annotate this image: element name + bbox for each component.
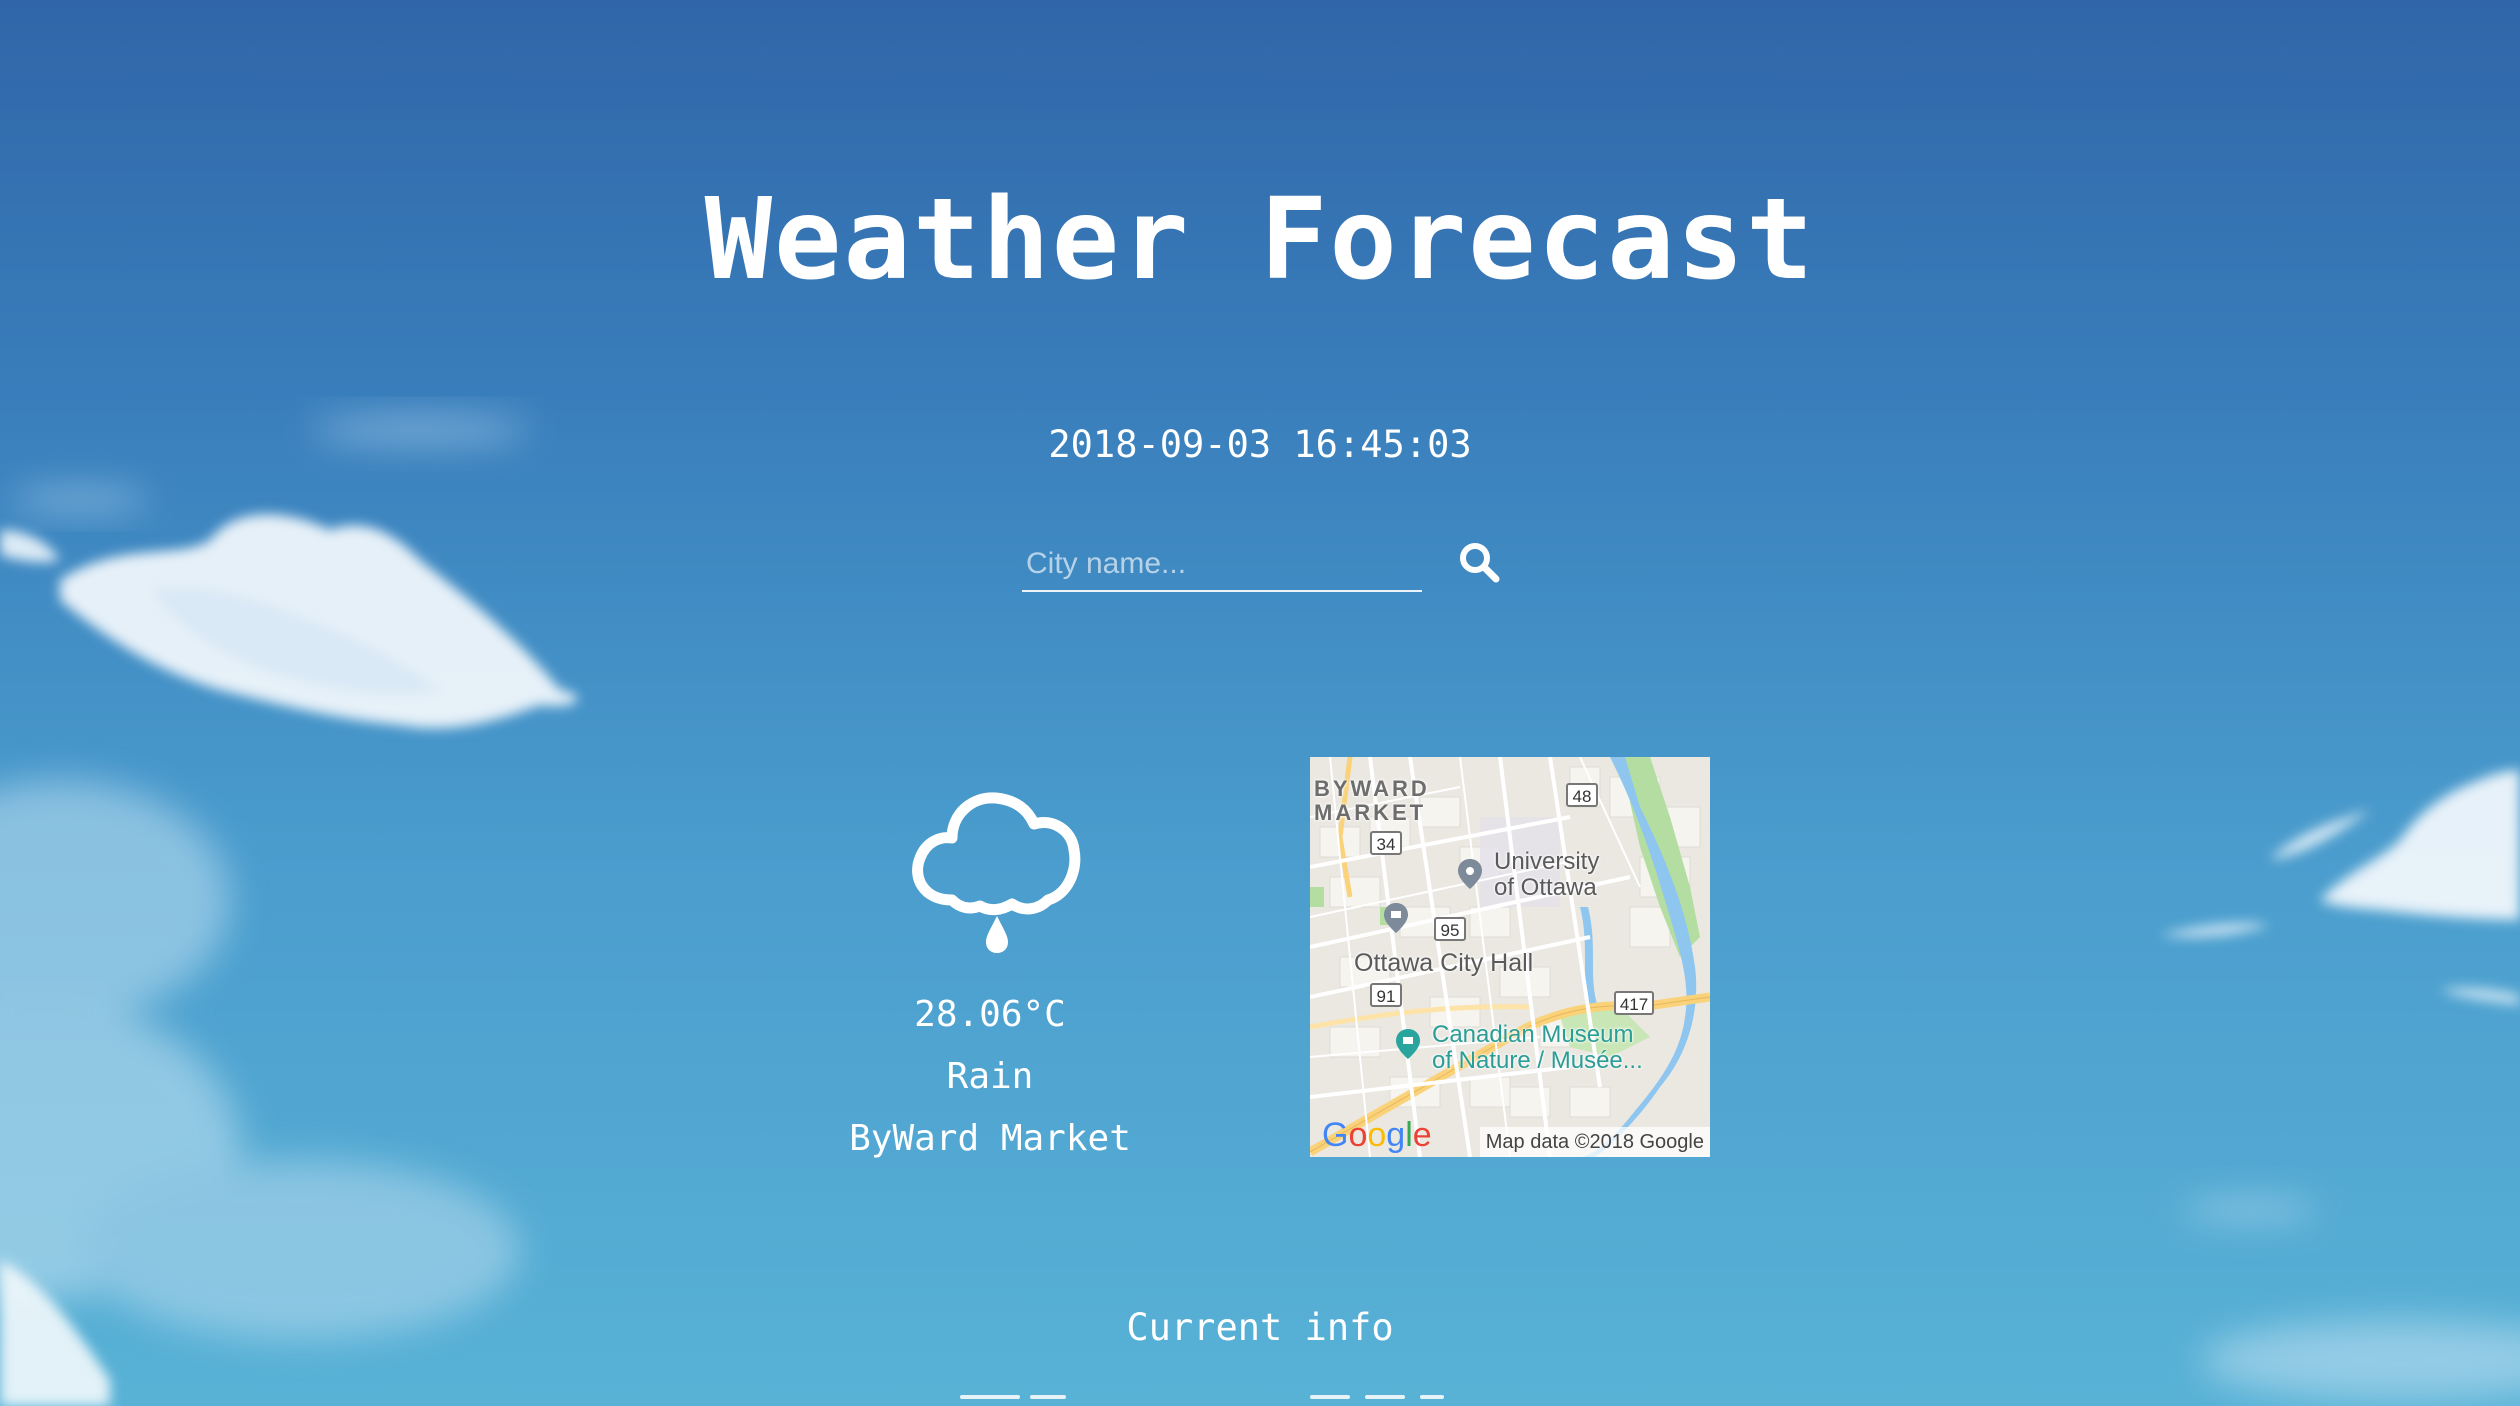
map-label-byward: BYWARD MARKET bbox=[1314, 777, 1430, 825]
search-icon bbox=[1460, 542, 1500, 582]
current-datetime: 2018-09-03 16:45:03 bbox=[1048, 423, 1472, 466]
route-shield-417: 417 bbox=[1614, 991, 1654, 1015]
map-attribution[interactable]: Map data ©2018 Google bbox=[1479, 1127, 1710, 1157]
map-label-byward-line2: MARKET bbox=[1314, 800, 1427, 825]
google-logo: Google bbox=[1322, 1116, 1432, 1154]
map-label-museum: Canadian Museum of Nature / Musée... bbox=[1432, 1022, 1643, 1074]
map-label-museum-line2: of Nature / Musée... bbox=[1432, 1047, 1643, 1074]
search-button[interactable] bbox=[1452, 536, 1508, 592]
map-label-university: University of Ottawa bbox=[1494, 849, 1599, 901]
map-label-university-line2: of Ottawa bbox=[1494, 874, 1597, 901]
rain-cloud-icon bbox=[912, 792, 1081, 953]
location-name: ByWard Market bbox=[849, 1118, 1131, 1159]
current-info-heading: Current info bbox=[1126, 1306, 1394, 1349]
temperature: 28.06°C bbox=[914, 994, 1066, 1035]
weather-condition: Rain bbox=[946, 1056, 1034, 1097]
location-map[interactable]: BYWARD MARKET University of Ottawa Ottaw… bbox=[1310, 757, 1710, 1157]
cut-off-info-row bbox=[0, 1395, 2520, 1406]
route-shield-48: 48 bbox=[1566, 783, 1598, 807]
page-title: Weather Forecast bbox=[704, 175, 1816, 305]
route-shield-34: 34 bbox=[1370, 831, 1402, 855]
map-label-museum-line1: Canadian Museum bbox=[1432, 1021, 1634, 1048]
map-label-byward-line1: BYWARD bbox=[1314, 776, 1430, 801]
route-shield-95: 95 bbox=[1434, 917, 1466, 941]
map-label-university-line1: University bbox=[1494, 848, 1600, 875]
weather-summary: 28.06°C Rain ByWard Market bbox=[790, 770, 1190, 1170]
route-shield-91: 91 bbox=[1370, 983, 1402, 1007]
map-label-city-hall: Ottawa City Hall bbox=[1354, 949, 1534, 977]
city-search-input[interactable] bbox=[1022, 538, 1422, 592]
search-bar bbox=[1022, 530, 1500, 600]
